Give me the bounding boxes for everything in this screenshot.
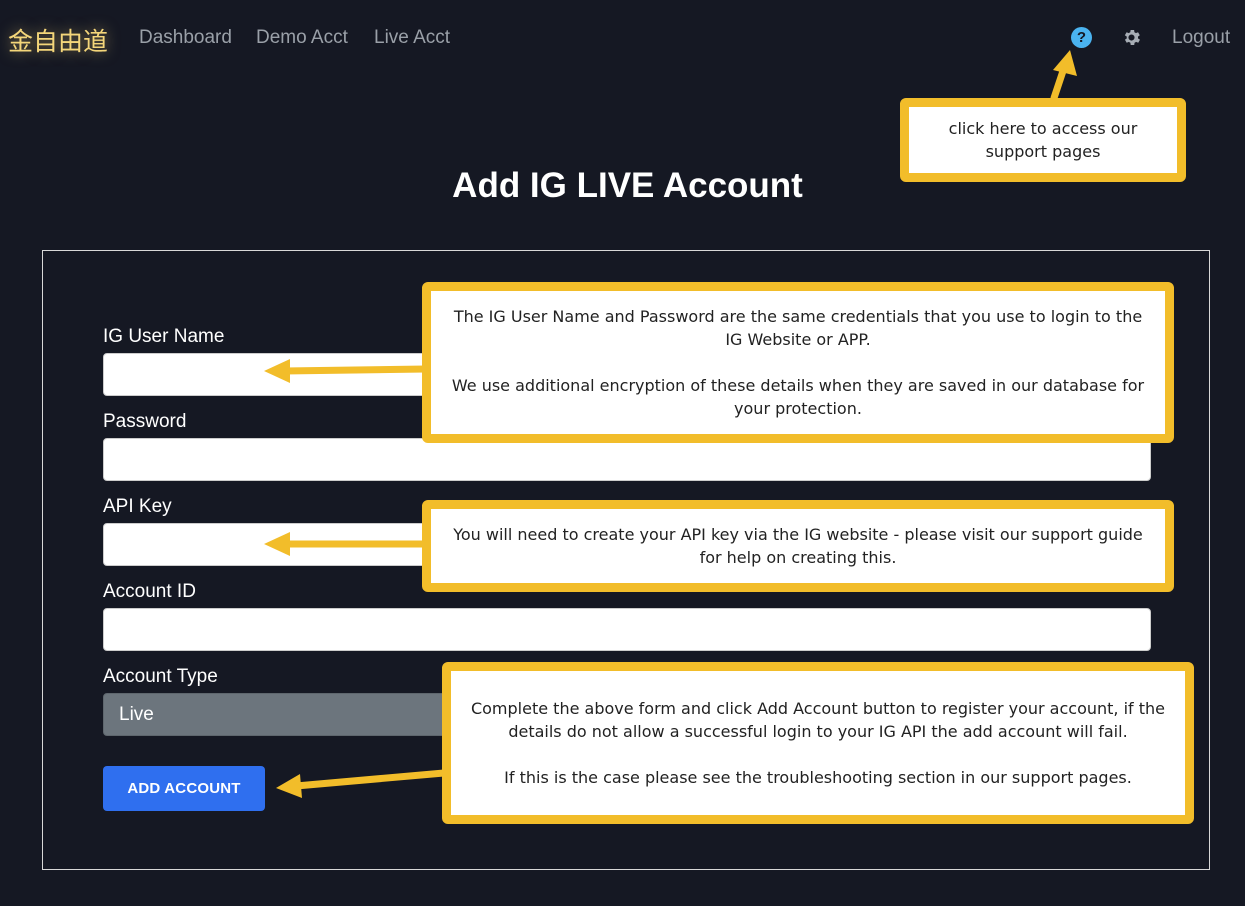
nav-dashboard[interactable]: Dashboard: [139, 27, 232, 49]
brand-logo[interactable]: 金自由道: [8, 22, 108, 58]
submit-callout: Complete the above form and click Add Ac…: [442, 662, 1194, 824]
arrow-support-line: [1050, 64, 1068, 102]
arrow-support-head: [1053, 50, 1077, 76]
credentials-callout-text-2: We use additional encryption of these de…: [451, 376, 1145, 418]
add-account-button[interactable]: ADD ACCOUNT: [103, 766, 265, 811]
api-key-callout-text: You will need to create your API key via…: [453, 525, 1143, 567]
help-icon[interactable]: ?: [1071, 27, 1092, 48]
logout-link[interactable]: Logout: [1172, 27, 1230, 49]
submit-callout-text-1: Complete the above form and click Add Ac…: [470, 699, 1166, 741]
gear-icon[interactable]: [1121, 27, 1142, 48]
password-input[interactable]: [103, 438, 1151, 481]
account-id-label: Account ID: [103, 581, 196, 602]
submit-callout-text-2: If this is the case please see the troub…: [504, 768, 1132, 787]
nav-live-acct[interactable]: Live Acct: [374, 27, 450, 49]
account-type-select[interactable]: Live: [103, 693, 453, 736]
account-id-input[interactable]: [103, 608, 1151, 651]
support-callout-text: click here to access our support pages: [948, 119, 1138, 161]
account-type-value: Live: [119, 704, 154, 725]
api-key-callout: You will need to create your API key via…: [422, 500, 1174, 592]
credentials-callout: The IG User Name and Password are the sa…: [422, 282, 1174, 443]
username-label: IG User Name: [103, 326, 225, 347]
account-type-label: Account Type: [103, 666, 218, 687]
credentials-callout-text-1: The IG User Name and Password are the sa…: [453, 307, 1143, 349]
password-label: Password: [103, 411, 187, 432]
api-key-label: API Key: [103, 496, 172, 517]
support-callout: click here to access our support pages: [900, 98, 1186, 182]
nav-demo-acct[interactable]: Demo Acct: [256, 27, 348, 49]
